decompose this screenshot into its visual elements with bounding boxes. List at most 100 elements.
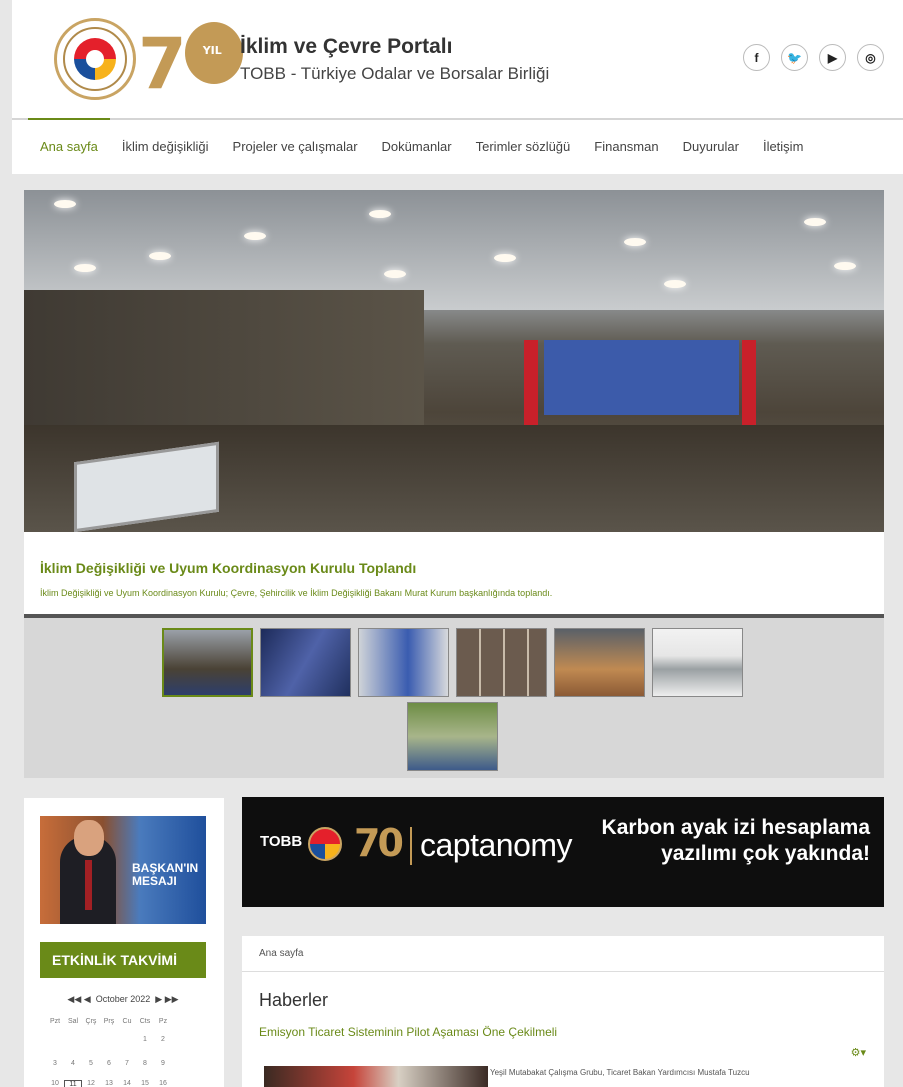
banner-tobb-emblem — [308, 827, 342, 861]
events-calendar-title: ETKİNLİK TAKVİMİ — [40, 942, 206, 978]
nav-item-terimler[interactable]: Terimler sözlüğü — [464, 120, 583, 174]
social-links: f 🐦 ▶ ◎ — [743, 44, 884, 71]
tobb-logo[interactable] — [54, 18, 136, 100]
left-sidebar: BAŞKAN'IN MESAJI ETKİNLİK TAKVİMİ ◀◀ ◀ O… — [24, 798, 224, 1087]
calendar-day[interactable]: 1 — [136, 1036, 154, 1043]
site-subtitle: TOBB - Türkiye Odalar ve Borsalar Birliğ… — [240, 64, 550, 83]
calendar-day[interactable]: 5 — [82, 1060, 100, 1067]
president-message-label: BAŞKAN'IN MESAJI — [132, 861, 199, 888]
thumbnail[interactable] — [652, 628, 743, 697]
banner-product: captanomy — [420, 827, 573, 863]
calendar-day[interactable]: 10 — [46, 1080, 64, 1087]
site-title[interactable]: İklim ve Çevre Portalı — [240, 35, 452, 59]
slide-progress-bar — [24, 614, 884, 618]
calendar-day[interactable] — [64, 1036, 82, 1043]
nav-item-ana-sayfa[interactable]: Ana sayfa — [28, 118, 110, 174]
weekday: Sal — [67, 1018, 79, 1025]
nav-item-dokumanlar[interactable]: Dokümanlar — [370, 120, 464, 174]
calendar-week: 10 11 12 13 14 15 16 — [46, 1080, 206, 1087]
thumbnail[interactable] — [407, 702, 498, 771]
calendar-day[interactable] — [100, 1036, 118, 1043]
calendar-day[interactable]: 12 — [82, 1080, 100, 1087]
photo-light — [74, 264, 96, 272]
article-image[interactable] — [264, 1066, 488, 1087]
nav-item-iletisim[interactable]: İletişim — [751, 120, 815, 174]
calendar-week: 1 2 — [46, 1036, 206, 1043]
gear-icon[interactable]: ⚙▾ — [851, 1046, 866, 1059]
photo-light — [149, 252, 171, 260]
calendar-day[interactable]: 6 — [100, 1060, 118, 1067]
captanomy-banner[interactable]: TOBB 70 captanomy Karbon ayak izi hesapl… — [242, 797, 884, 907]
thumbnail[interactable] — [358, 628, 449, 697]
thumbnail[interactable] — [554, 628, 645, 697]
slide-caption: İklim Değişikliği ve Uyum Koordinasyon K… — [24, 532, 884, 614]
calendar-week: 3 4 5 6 7 8 9 — [46, 1060, 206, 1067]
instagram-icon[interactable]: ◎ — [857, 44, 884, 71]
nav-item-finansman[interactable]: Finansman — [582, 120, 670, 174]
nav-item-duyurular[interactable]: Duyurular — [671, 120, 751, 174]
banner-70-logo: 70 — [354, 821, 404, 865]
weekday: Prş — [103, 1018, 115, 1025]
calendar-day[interactable]: 13 — [100, 1080, 118, 1087]
photo-light — [834, 262, 856, 270]
twitter-icon[interactable]: 🐦 — [781, 44, 808, 71]
photo-light — [54, 200, 76, 208]
weekday: Cts — [139, 1018, 151, 1025]
photo-light — [664, 280, 686, 288]
photo-light — [494, 254, 516, 262]
president-message-banner[interactable]: BAŞKAN'IN MESAJI — [40, 816, 206, 924]
photo-light — [369, 210, 391, 218]
calendar-month: October 2022 — [95, 994, 151, 1004]
weekday: Cu — [122, 1018, 132, 1025]
calendar-day[interactable]: 2 — [154, 1036, 172, 1043]
thumbnail[interactable] — [260, 628, 351, 697]
prev-year-button[interactable]: ◀◀ — [67, 994, 81, 1004]
breadcrumb[interactable]: Ana sayfa — [242, 936, 884, 972]
calendar-day[interactable]: 8 — [136, 1060, 154, 1067]
prev-month-button[interactable]: ◀ — [84, 994, 91, 1004]
next-year-button[interactable]: ▶▶ — [165, 994, 179, 1004]
photo-light — [384, 270, 406, 278]
facebook-icon[interactable]: f — [743, 44, 770, 71]
photo-screen — [544, 340, 739, 415]
slide-description: İklim Değişikliği ve Uyum Koordinasyon K… — [40, 588, 553, 598]
site-header: 7 İklim ve Çevre Portalı TOBB - Türkiye … — [12, 0, 903, 118]
70-year-logo: 7 — [138, 22, 243, 101]
next-month-button[interactable]: ▶ — [155, 994, 162, 1004]
photo-flag — [742, 340, 756, 430]
calendar-day[interactable]: 9 — [154, 1060, 172, 1067]
banner-divider — [410, 827, 412, 865]
photo-light — [244, 232, 266, 240]
calendar-day[interactable]: 3 — [46, 1060, 64, 1067]
banner-message: Karbon ayak izi hesaplama yazılımı çok y… — [601, 816, 870, 865]
photo-light — [804, 218, 826, 226]
thumbnail[interactable] — [162, 628, 253, 697]
calendar-day[interactable]: 15 — [136, 1080, 154, 1087]
calendar-day[interactable]: 16 — [154, 1080, 172, 1087]
nav-item-iklim-degisikligi[interactable]: İklim değişikliği — [110, 120, 221, 174]
photo-light — [624, 238, 646, 246]
weekday: Pz — [158, 1018, 168, 1025]
calendar-day[interactable]: 4 — [64, 1060, 82, 1067]
calendar-day[interactable]: 14 — [118, 1080, 136, 1087]
thumbnail[interactable] — [456, 628, 547, 697]
logo-emblem — [74, 38, 116, 80]
slide-photo[interactable] — [24, 190, 884, 532]
calendar-day-today[interactable]: 11 — [64, 1080, 82, 1087]
calendar-weekdays: Pzt Sal Çrş Prş Cu Cts Pz — [46, 1018, 206, 1025]
youtube-icon[interactable]: ▶ — [819, 44, 846, 71]
page-title: Haberler — [259, 990, 329, 1010]
logo-70-zero — [184, 22, 243, 84]
calendar-day[interactable] — [118, 1036, 136, 1043]
calendar-day[interactable]: 7 — [118, 1060, 136, 1067]
main-content: Ana sayfa Haberler Emisyon Ticaret Siste… — [242, 936, 884, 1087]
weekday: Pzt — [49, 1018, 61, 1025]
calendar-day[interactable] — [46, 1036, 64, 1043]
slide-title[interactable]: İklim Değişikliği ve Uyum Koordinasyon K… — [40, 560, 868, 576]
weekday: Çrş — [85, 1018, 97, 1025]
photo-wall — [24, 290, 424, 430]
banner-brand: TOBB — [260, 833, 303, 850]
calendar-day[interactable] — [82, 1036, 100, 1043]
article-title[interactable]: Emisyon Ticaret Sisteminin Pilot Aşaması… — [259, 1025, 557, 1039]
nav-item-projeler[interactable]: Projeler ve çalışmalar — [221, 120, 370, 174]
